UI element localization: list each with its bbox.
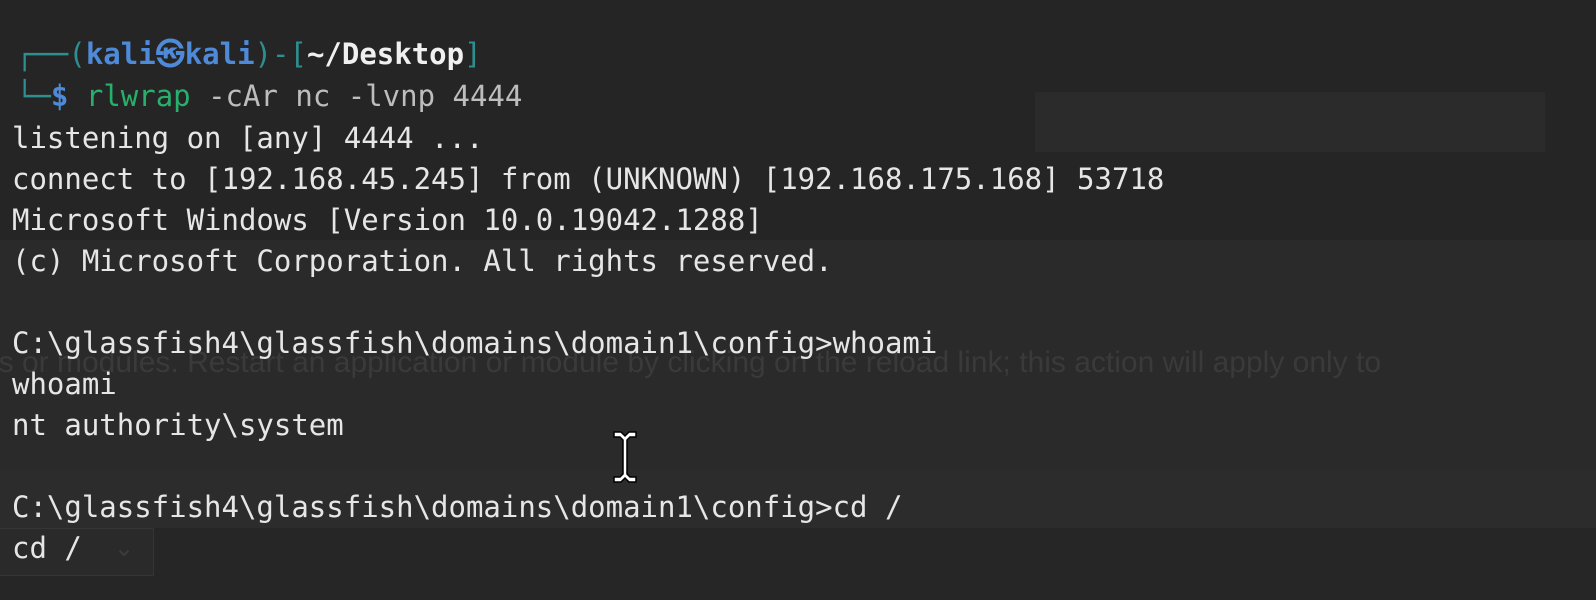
terminal-output-line: Microsoft Windows [Version 10.0.19042.12… [12, 203, 763, 237]
chevron-down-icon: ⌄ [114, 534, 135, 562]
command-args: -cAr nc -lvnp 4444 [190, 79, 523, 113]
prompt-line-command: └─$ rlwrap -cAr nc -lvnp 4444 [16, 76, 522, 117]
terminal-window[interactable]: ls or modules. Restart an application or… [0, 0, 1596, 600]
terminal-output-line: C:\glassfish4\glassfish\domains\domain1\… [12, 490, 903, 524]
terminal-output-line: (c) Microsoft Corporation. All rights re… [12, 244, 833, 278]
prompt-cwd: ~/Desktop [306, 37, 465, 71]
background-band [0, 528, 1596, 600]
prompt-dollar: $ [50, 79, 69, 113]
prompt-at-symbol: ㉿ [155, 37, 185, 71]
terminal-output-line: connect to [192.168.45.245] from (UNKNOW… [12, 162, 1165, 196]
prompt-line-top: ┌──(kali㉿kali)-[~/Desktop] [16, 34, 482, 75]
prompt-host: kali [184, 37, 255, 71]
background-panel [1035, 92, 1545, 152]
command-name: rlwrap [85, 79, 191, 113]
prompt-frame: └─ [16, 79, 51, 113]
terminal-output-line: listening on [any] 4444 ... [12, 121, 484, 155]
prompt-frame: ┌──( [16, 37, 86, 71]
terminal-input-line[interactable]: cd / [12, 528, 82, 569]
prompt-user: kali [85, 37, 156, 71]
i-beam-cursor-icon [610, 430, 640, 484]
prompt-frame: )-[ [254, 37, 307, 71]
terminal-output-line: whoami [12, 367, 117, 401]
terminal-output-line: C:\glassfish4\glassfish\domains\domain1\… [12, 326, 938, 360]
prompt-frame: ] [464, 37, 482, 71]
terminal-output-line: nt authority\system [12, 408, 344, 442]
